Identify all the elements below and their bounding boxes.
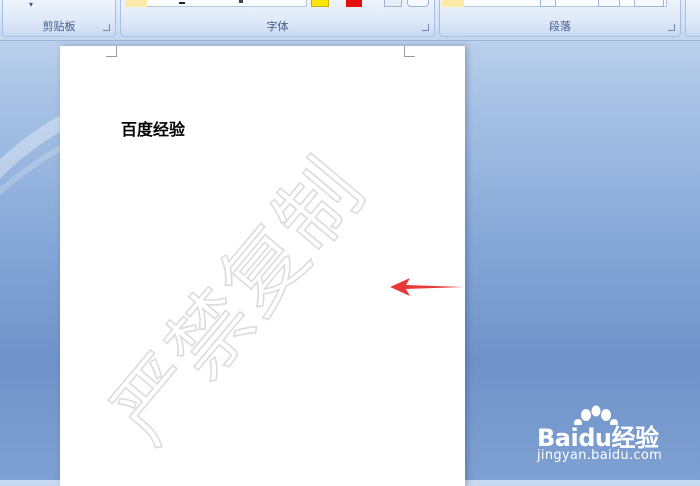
watermark-text: 严禁复制	[95, 142, 384, 460]
document-page[interactable]: 百度经验 严禁复制	[60, 46, 465, 486]
annotation-arrow-icon	[390, 278, 464, 296]
logo-url: jingyan.baidu.com	[537, 448, 663, 463]
watermark: 严禁复制	[94, 142, 384, 462]
